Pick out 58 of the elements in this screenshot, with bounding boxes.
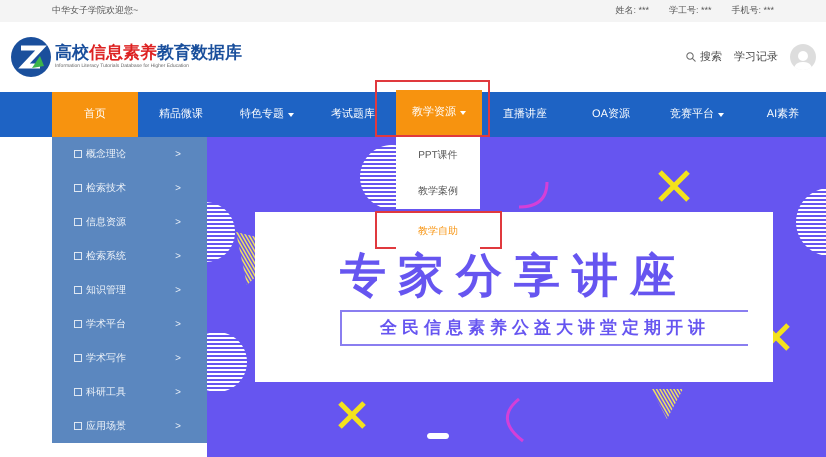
arc — [518, 182, 548, 208]
nav-tab[interactable]: 考试题库 — [310, 92, 396, 137]
slide-indicator[interactable] — [427, 433, 449, 439]
square-icon — [74, 422, 82, 430]
chevron-text: > — [175, 284, 181, 298]
sidebar-link[interactable]: 信息资源 — [86, 214, 126, 230]
search-button[interactable]: 搜索 — [686, 48, 722, 66]
caret-icon — [460, 110, 466, 114]
chevron-text: > — [175, 352, 181, 366]
square-icon — [74, 354, 82, 362]
dropdown-item[interactable]: 教学案例 — [396, 173, 480, 209]
sidebar-link[interactable]: 知识管理 — [86, 282, 126, 298]
logo-icon — [10, 36, 52, 78]
sidebar-link[interactable]: 应用场景 — [86, 418, 126, 434]
chevron-text: > — [175, 216, 181, 230]
square-icon — [74, 286, 82, 294]
square-icon — [74, 184, 82, 192]
search-icon — [686, 52, 696, 62]
sidebar-link[interactable]: 学术平台 — [86, 316, 126, 332]
sidebar-link[interactable]: 概念理论 — [86, 146, 126, 162]
cross-mark — [338, 400, 366, 430]
chevron-text: > — [175, 386, 181, 400]
nav-tab[interactable]: AI素养 — [740, 92, 826, 137]
study-record-link[interactable]: 学习记录 — [734, 48, 778, 66]
dropdown-item[interactable]: PPT课件 — [396, 137, 480, 173]
sidebar-link[interactable]: 科研工具 — [86, 384, 126, 400]
chevron-text: > — [175, 318, 181, 332]
chevron-text: > — [175, 420, 181, 434]
nav-tab[interactable]: 直播讲座 — [482, 92, 568, 137]
welcome-text: 中华女子学院欢迎您~ — [52, 4, 138, 18]
square-icon — [74, 320, 82, 328]
caret-icon — [288, 112, 294, 116]
square-icon — [74, 388, 82, 396]
triangle — [651, 389, 683, 419]
user-info-text: 学工号: *** — [668, 4, 712, 18]
cross-mark — [658, 170, 690, 202]
nav-tab[interactable]: OA资源 — [568, 92, 654, 137]
nav-tab[interactable]: 特色专题 — [224, 92, 310, 137]
sidebar-link[interactable]: 检索系统 — [86, 248, 126, 264]
sidebar-link[interactable]: 学术写作 — [86, 350, 126, 366]
banner-title: 专家分享讲座 — [340, 252, 688, 298]
chevron-text: > — [175, 250, 181, 264]
banner-subtitle: 全民信息素养公益大讲堂定期开讲 — [340, 310, 748, 346]
arc — [506, 398, 524, 442]
square-icon — [74, 252, 82, 260]
square-icon — [74, 218, 82, 226]
sidebar-link[interactable]: 检索技术 — [86, 180, 126, 196]
user-info-text: 姓名: *** — [615, 4, 649, 18]
user-info-text: 手机号: *** — [731, 4, 774, 18]
chevron-text: > — [175, 182, 181, 196]
chevron-text: > — [175, 148, 181, 162]
logo-title: 高校信息素养教育数据库 — [55, 43, 242, 63]
nav-tab[interactable]: 竞赛平台 — [654, 92, 740, 137]
nav-tab[interactable]: 精品微课 — [138, 92, 224, 137]
nav-tab[interactable]: 首页 — [52, 92, 138, 137]
caret-icon — [718, 112, 724, 116]
square-icon — [74, 150, 82, 158]
nav-tab[interactable]: 教学资源 — [396, 90, 482, 135]
